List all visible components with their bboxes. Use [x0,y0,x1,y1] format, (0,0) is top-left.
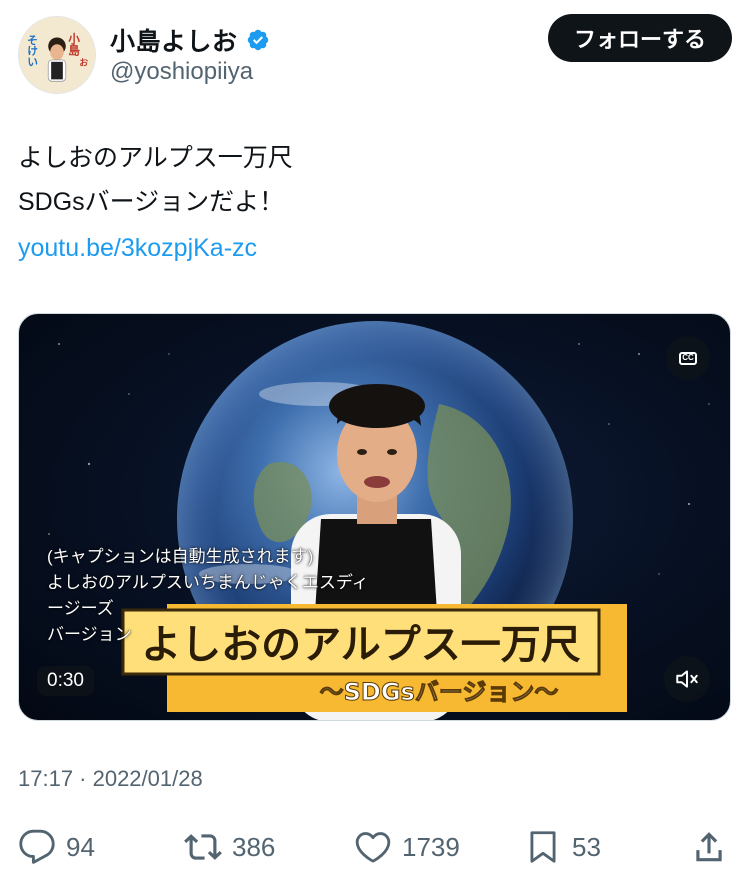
tweet-link[interactable]: youtu.be/3kozpjKa-zc [18,226,732,270]
muted-speaker-icon [676,670,698,688]
svg-text:お: お [79,58,88,69]
svg-text:そけい: そけい [26,35,39,67]
tweet-header: 小島 そけい お 小島よしお @yoshiopiiya フォローする [18,14,732,98]
follow-button[interactable]: フォローする [547,14,732,62]
avatar-art: 小島 そけい お [19,17,95,93]
reply-count: 94 [66,831,95,862]
tweet-text: よしおのアルプス一万尺 SDGsバージョンだよ！ youtu.be/3kozpj… [18,136,732,270]
tweet-line-2: SDGsバージョンだよ！ [18,188,285,216]
video-frame: よしおのアルプス一万尺 〜SDGsバージョン〜 [48,321,710,720]
caption-line-2: よしおのアルプスいちまんじゃくエスディ [47,573,369,592]
like-button[interactable]: 1739 [354,822,460,872]
repost-icon [184,834,222,860]
avatar[interactable]: 小島 そけい お [18,16,96,94]
caption-line-3: ージーズ [47,599,114,618]
handle[interactable]: @yoshiopiiya [110,58,253,86]
heart-icon [355,832,391,863]
share-icon [696,832,722,862]
repost-button[interactable]: 386 [184,822,275,872]
bookmark-count: 53 [572,831,601,862]
video-title-sub: 〜SDGsバージョン〜 [320,678,559,706]
display-name[interactable]: 小島よしお [110,22,238,58]
video-duration: 0:30 [37,666,94,696]
bookmark-icon [530,831,556,863]
repost-count: 386 [232,831,276,862]
reply-icon [19,829,55,864]
tweet-timestamp[interactable]: 17:17 · 2022/01/28 [18,766,203,792]
video-caption: (キャプションは自動生成されます) よしおのアルプスいちまんじゃくエスディ ージ… [47,544,467,648]
bookmark-button[interactable]: 53 [524,822,601,872]
cc-icon: CC [679,351,697,365]
verified-badge-icon [247,29,268,51]
tweet-line-1: よしおのアルプス一万尺 [18,144,293,172]
video-player[interactable]: よしおのアルプス一万尺 〜SDGsバージョン〜 CC (キャプションは自動生成さ… [18,313,731,721]
name-row: 小島よしお [110,22,270,58]
tweet-actions: 94 386 1739 53 [18,822,732,872]
like-count: 1739 [402,831,460,862]
mute-button[interactable] [664,656,710,702]
share-button[interactable] [690,822,728,872]
reply-button[interactable]: 94 [18,822,95,872]
caption-line-4: バージョン [47,625,132,644]
svg-text:小島: 小島 [67,32,81,57]
closed-captions-button[interactable]: CC [666,336,710,380]
caption-line-1: (キャプションは自動生成されます) [47,547,314,566]
